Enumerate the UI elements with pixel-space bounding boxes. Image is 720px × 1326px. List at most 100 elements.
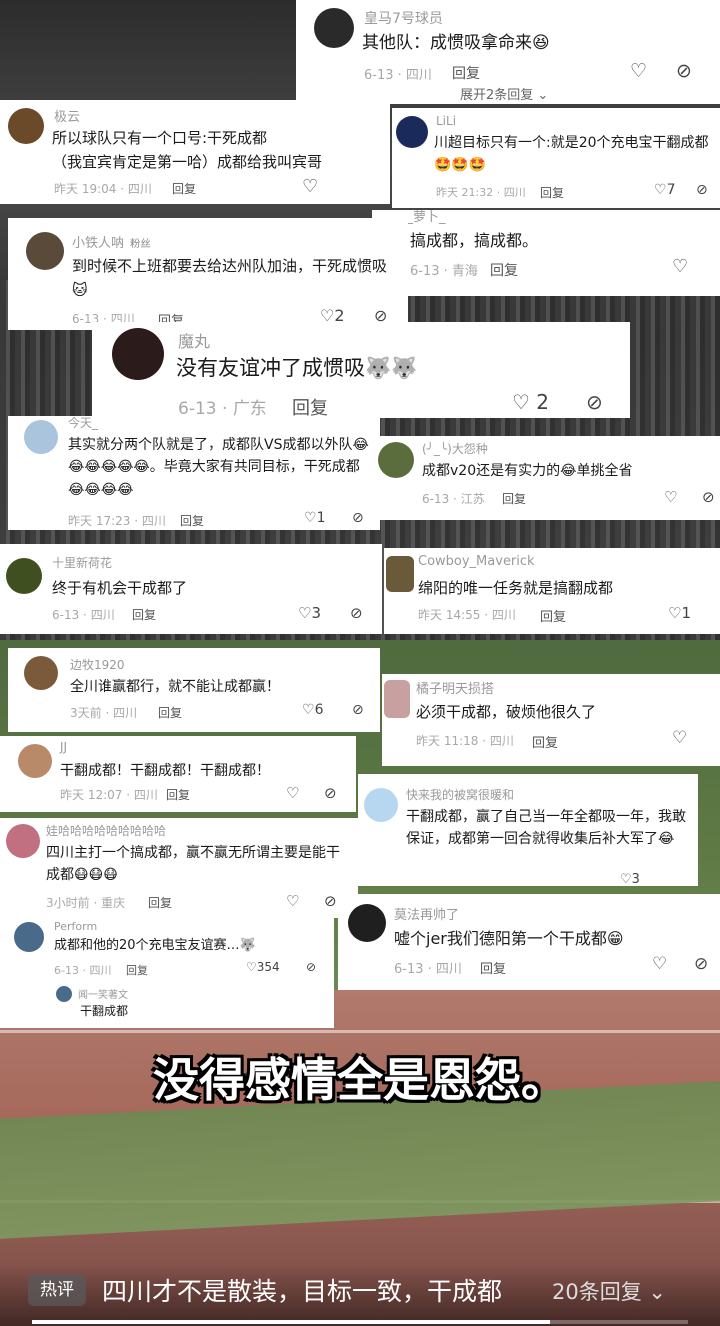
comment-username[interactable]: 边牧1920 [70, 656, 125, 673]
comment-username[interactable]: 娃哈哈哈哈哈哈哈哈哈 [46, 822, 166, 839]
reply-button[interactable]: 回复 [540, 606, 566, 625]
like-button[interactable]: ♡3 [298, 604, 321, 622]
comment-text: 其实就分两个队就是了，成都队VS成都以外队😂😂😂😂😂😂。毕竟大家有共同目标，干死… [68, 437, 369, 498]
comment-card: 莫法再帅了 嘘个jer我们德阳第一个干成都😁 6-13 · 四川 回复 ♡ ⊘ [338, 894, 720, 990]
avatar[interactable] [8, 108, 44, 144]
like-button[interactable]: ♡1 [304, 510, 325, 526]
dislike-icon[interactable]: ⊘ [352, 510, 364, 526]
comment-username[interactable]: 橘子明天损搭 [416, 678, 494, 697]
comment-username[interactable]: Perform [54, 920, 97, 933]
like-button[interactable]: ♡1 [668, 604, 691, 622]
avatar[interactable] [348, 904, 386, 942]
dislike-icon[interactable]: ⊘ [694, 954, 708, 974]
dislike-icon[interactable]: ⊘ [676, 60, 692, 82]
comment-meta: 昨天 11:18 · 四川 [416, 734, 514, 748]
dislike-icon[interactable]: ⊘ [702, 488, 715, 506]
comment-card: 十里新荷花 终于有机会干成都了 6-13 · 四川 回复 ♡3 ⊘ [0, 544, 382, 634]
comment-username[interactable]: (╯_╰)大怨种 [422, 440, 488, 457]
avatar[interactable] [26, 232, 64, 270]
heart-icon: ♡ [302, 702, 315, 718]
comment-card: 快来我的被窝很暖和 干翻成都，赢了自己当一年全都吸一年，我敢保证，成都第一回合就… [358, 774, 698, 886]
dislike-icon[interactable]: ⊘ [324, 892, 337, 910]
reply-button[interactable]: 回复 [148, 894, 172, 911]
hot-comment-text[interactable]: 四川才不是散装，目标一致，干成都 [102, 1272, 502, 1308]
comment-username[interactable]: JJ [60, 740, 67, 754]
like-button[interactable]: ♡ [672, 728, 687, 748]
avatar[interactable] [314, 8, 354, 48]
heart-icon: ♡ [672, 728, 688, 748]
like-button[interactable]: ♡ [286, 892, 299, 910]
reply-button[interactable]: 回复 [540, 184, 564, 201]
dislike-icon[interactable]: ⊘ [586, 390, 603, 414]
like-button[interactable]: ♡ [664, 488, 677, 506]
comment-text: 成都v20还是有实力的😂单挑全省 [422, 463, 633, 479]
comment-text: 川超目标只有一个:就是20个充电宝干翻成都 🤩🤩🤩 [434, 135, 709, 174]
comment-username[interactable]: 闻一笑著文 [78, 986, 128, 1001]
comment-card: 橘子明天损搭 必须干成都，破烦他很久了 昨天 11:18 · 四川 回复 ♡ [382, 674, 720, 766]
reply-button[interactable]: 回复 [502, 490, 526, 507]
reply-button[interactable]: 回复 [172, 180, 196, 197]
comment-username[interactable]: 魔丸 [178, 328, 210, 352]
avatar[interactable] [112, 328, 164, 380]
dislike-icon[interactable]: ⊘ [350, 604, 363, 622]
dislike-icon[interactable]: ⊘ [696, 182, 708, 198]
like-button[interactable]: ♡7 [654, 182, 675, 198]
reply-button[interactable]: 回复 [480, 958, 506, 977]
comment-card: (╯_╰)大怨种 成都v20还是有实力的😂单挑全省 6-13 · 江苏 回复 ♡… [376, 436, 720, 520]
avatar[interactable] [14, 922, 44, 952]
dislike-icon[interactable]: ⊘ [306, 960, 316, 974]
comment-username[interactable]: 今天_ [68, 416, 98, 431]
comment-meta: 6-13 · 四川 [364, 68, 432, 83]
like-button[interactable]: ♡ [630, 60, 647, 82]
like-button[interactable]: ♡3 [620, 872, 640, 886]
avatar[interactable] [24, 656, 58, 690]
avatar[interactable] [18, 744, 52, 778]
like-button[interactable]: ♡ [286, 784, 299, 802]
hot-comment-replies-button[interactable]: 20条回复 ⌄ [552, 1276, 666, 1306]
comment-username[interactable]: Cowboy_Maverick [418, 554, 535, 569]
track-line [0, 1030, 720, 1033]
reply-button[interactable]: 回复 [180, 512, 204, 529]
comment-username[interactable]: 皇马7号球员 [364, 8, 443, 28]
heart-icon: ♡ [286, 784, 300, 802]
reply-button[interactable]: 回复 [452, 63, 480, 83]
reply-button[interactable]: 回复 [292, 394, 328, 418]
avatar[interactable] [364, 788, 398, 822]
comment-card: __萝卜_ 搞成都，搞成都。 6-13 · 青海 回复 ♡ [372, 210, 720, 296]
like-button[interactable]: ♡6 [302, 702, 323, 718]
comment-card: 边牧1920 全川谁赢都行，就不能让成都赢！ 3天前 · 四川 回复 ♡6 ⊘ [8, 648, 380, 732]
expand-replies-button[interactable]: 展开2条回复 ⌄ [460, 84, 548, 103]
like-button[interactable]: ♡ [302, 176, 318, 197]
reply-button[interactable]: 回复 [132, 606, 156, 623]
comment-username[interactable]: 十里新荷花 [52, 554, 112, 571]
comment-meta: 6-13 · 四川 [52, 608, 115, 622]
avatar[interactable] [24, 420, 58, 454]
comment-card: 今天_ 其实就分两个队就是了，成都队VS成都以外队😂😂😂😂😂😂。毕竟大家有共同目… [8, 416, 380, 530]
reply-button[interactable]: 回复 [532, 732, 558, 751]
dislike-icon[interactable]: ⊘ [352, 702, 364, 718]
avatar[interactable] [56, 986, 72, 1002]
avatar[interactable] [396, 116, 428, 148]
reply-button[interactable]: 回复 [490, 260, 518, 280]
reply-button[interactable]: 回复 [166, 786, 190, 803]
comment-username[interactable]: LiLi [436, 114, 456, 128]
comment-username[interactable]: 莫法再帅了 [394, 904, 459, 923]
avatar[interactable] [386, 556, 414, 592]
comment-username[interactable]: 快来我的被窝很暖和 [406, 786, 514, 803]
video-progress-bar[interactable] [32, 1320, 688, 1324]
like-button[interactable]: ♡354 [246, 960, 280, 974]
reply-button[interactable]: 回复 [158, 704, 182, 721]
comment-username[interactable]: 极云 [54, 106, 80, 125]
like-button[interactable]: ♡ [652, 954, 667, 974]
dislike-icon[interactable]: ⊘ [324, 784, 337, 802]
heart-icon: ♡ [654, 182, 667, 198]
like-button[interactable]: ♡ [672, 256, 688, 277]
avatar[interactable] [378, 442, 414, 478]
avatar[interactable] [6, 824, 40, 858]
heart-icon: ♡ [246, 960, 257, 974]
comment-username[interactable]: 小铁人呐 粉丝 [72, 232, 151, 251]
reply-button[interactable]: 回复 [126, 962, 148, 978]
like-button[interactable]: ♡ 2 [512, 390, 549, 414]
avatar[interactable] [384, 680, 410, 718]
avatar[interactable] [6, 558, 42, 594]
